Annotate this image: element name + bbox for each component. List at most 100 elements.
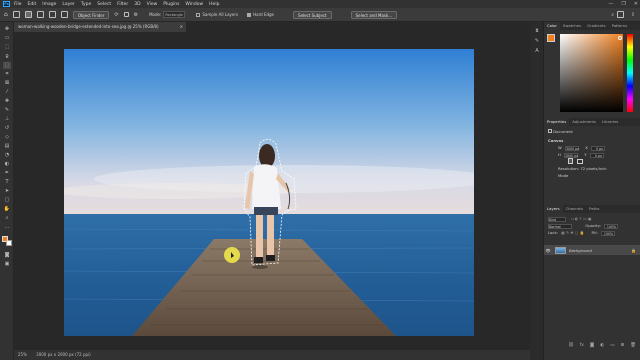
select-subject-button[interactable]: Select Subject <box>293 10 332 19</box>
document-canvas-image[interactable] <box>64 49 474 336</box>
artboard-tool-icon[interactable]: ▭ <box>3 35 11 42</box>
add-mask-icon[interactable]: ◙ <box>590 343 594 348</box>
layer-name[interactable]: Background <box>569 248 592 253</box>
move-tool-icon[interactable]: ✥ <box>3 26 11 33</box>
select-and-mask-button[interactable]: Select and Mask... <box>350 10 398 19</box>
height-input[interactable]: 2000 px <box>564 152 578 158</box>
share-icon[interactable]: ⇪ <box>631 12 635 18</box>
x-input[interactable]: 0 px <box>591 145 606 151</box>
menu-help[interactable]: Help <box>209 2 219 7</box>
mode-select[interactable]: Rectangle <box>163 11 186 18</box>
refresh-icon[interactable]: ⟳ <box>114 12 118 18</box>
fx-icon[interactable]: fx <box>580 343 584 348</box>
minimize-button[interactable]: — <box>608 1 613 7</box>
clone-stamp-tool-icon[interactable]: ⊥ <box>3 116 11 123</box>
filter-icons[interactable]: ▫ ◐ T ▭ ▣ <box>571 216 591 221</box>
sample-all-layers-checkbox[interactable] <box>196 12 201 17</box>
delete-layer-icon[interactable]: 🗑 <box>630 343 636 348</box>
tab-paths[interactable]: Paths <box>586 205 602 213</box>
frame-tool-icon[interactable]: ⊠ <box>3 80 11 87</box>
color-picker-cursor[interactable] <box>618 36 622 40</box>
brush-settings-icon[interactable]: ✎ <box>533 38 541 45</box>
canvas-section-header[interactable]: Canvas <box>544 137 640 144</box>
intersect-selection-icon[interactable] <box>60 11 68 18</box>
hand-tool-icon[interactable]: ✋ <box>3 206 11 213</box>
menu-window[interactable]: Window <box>185 2 203 7</box>
tab-swatches[interactable]: Swatches <box>560 22 584 30</box>
new-selection-icon[interactable] <box>24 11 32 18</box>
healing-brush-tool-icon[interactable]: ✚ <box>3 98 11 105</box>
tab-gradients[interactable]: Gradients <box>584 22 609 30</box>
history-panel-icon[interactable]: ⧗ <box>533 28 541 35</box>
dodge-tool-icon[interactable]: ◐ <box>3 161 11 168</box>
layer-kind-select[interactable]: Kind <box>548 216 566 222</box>
menu-layer[interactable]: Layer <box>62 2 75 7</box>
object-selection-tool-icon[interactable]: ⬚ <box>3 62 11 69</box>
width-input[interactable]: 3000 px <box>564 145 579 151</box>
tab-color[interactable]: Color <box>544 22 560 30</box>
marquee-tool-icon[interactable]: ⬚ <box>3 44 11 51</box>
object-selection-tool-icon[interactable] <box>12 11 20 18</box>
eyedropper-tool-icon[interactable]: ⁄ <box>3 89 11 96</box>
tab-channels[interactable]: Channels <box>563 205 587 213</box>
lasso-tool-icon[interactable]: ϱ <box>3 53 11 60</box>
subtract-selection-icon[interactable] <box>48 11 56 18</box>
menu-image[interactable]: Image <box>42 2 56 7</box>
pen-tool-icon[interactable]: ✒ <box>3 170 11 177</box>
zoom-tool-icon[interactable]: ⌕ <box>3 215 11 222</box>
opacity-input[interactable]: 100% <box>604 223 619 229</box>
tab-libraries[interactable]: Libraries <box>599 118 621 126</box>
gradient-tool-icon[interactable]: ▤ <box>3 143 11 150</box>
character-panel-icon[interactable]: A <box>533 48 541 55</box>
crop-tool-icon[interactable]: ⌗ <box>3 71 11 78</box>
settings-gear-icon[interactable]: ⚙ <box>134 12 138 18</box>
link-layers-icon[interactable]: ⛓ <box>568 343 574 348</box>
blur-tool-icon[interactable]: ◔ <box>3 152 11 159</box>
hard-edge-checkbox[interactable] <box>247 12 252 17</box>
portrait-icon[interactable] <box>568 158 573 164</box>
tab-properties[interactable]: Properties <box>544 118 570 126</box>
type-tool-icon[interactable]: T <box>3 179 11 186</box>
finder-mask-icon[interactable] <box>123 12 129 17</box>
quick-mask-icon[interactable]: ◙ <box>3 252 11 259</box>
menu-filter[interactable]: Filter <box>117 2 128 7</box>
home-icon[interactable]: ⌂ <box>4 11 8 18</box>
lock-icons[interactable]: ▦ ✎ ✥ ▢ 🔒 <box>561 230 584 235</box>
menu-file[interactable]: File <box>14 2 22 7</box>
foreground-color-chip[interactable] <box>2 236 8 242</box>
menu-type[interactable]: Type <box>81 2 91 7</box>
color-picker-field[interactable] <box>560 34 623 112</box>
search-icon[interactable]: ⌕ <box>611 12 614 18</box>
menu-view[interactable]: View <box>147 2 158 7</box>
color-panel-foreground-chip[interactable] <box>547 34 555 42</box>
menu-3d[interactable]: 3D <box>134 2 140 7</box>
add-selection-icon[interactable] <box>36 11 44 18</box>
tab-patterns[interactable]: Patterns <box>609 22 631 30</box>
close-document-icon[interactable]: × <box>180 22 183 32</box>
close-window-button[interactable]: ✕ <box>634 1 638 7</box>
blend-mode-select[interactable]: Normal <box>548 223 572 229</box>
eraser-tool-icon[interactable]: ◇ <box>3 134 11 141</box>
new-group-icon[interactable]: ▭ <box>610 343 614 348</box>
tab-layers[interactable]: Layers <box>544 205 563 213</box>
new-layer-icon[interactable]: ⊞ <box>621 343 625 348</box>
brush-tool-icon[interactable]: ✎ <box>3 107 11 114</box>
tab-adjustments[interactable]: Adjustments <box>569 118 599 126</box>
rectangle-tool-icon[interactable]: ▢ <box>3 197 11 204</box>
history-brush-tool-icon[interactable]: ↺ <box>3 125 11 132</box>
workspace-icon[interactable] <box>617 11 624 18</box>
fill-input[interactable]: 100% <box>601 230 616 236</box>
photoshop-logo[interactable]: Ps <box>3 1 10 7</box>
menu-plugins[interactable]: Plugins <box>163 2 179 7</box>
landscape-icon[interactable] <box>577 159 584 164</box>
menu-select[interactable]: Select <box>97 2 111 7</box>
menu-edit[interactable]: Edit <box>28 2 37 7</box>
zoom-level[interactable]: 25% <box>18 352 27 357</box>
adjustment-layer-icon[interactable]: ◐ <box>600 343 604 348</box>
maximize-button[interactable]: ❐ <box>621 1 625 7</box>
more-tools-icon[interactable]: … <box>3 224 11 231</box>
hue-slider[interactable] <box>627 34 633 112</box>
document-tab[interactable]: woman-walking-wooden-bridge-extended-int… <box>14 22 186 32</box>
screen-mode-icon[interactable]: ▣ <box>3 261 11 268</box>
object-finder-button[interactable]: Object Finder <box>72 10 110 19</box>
